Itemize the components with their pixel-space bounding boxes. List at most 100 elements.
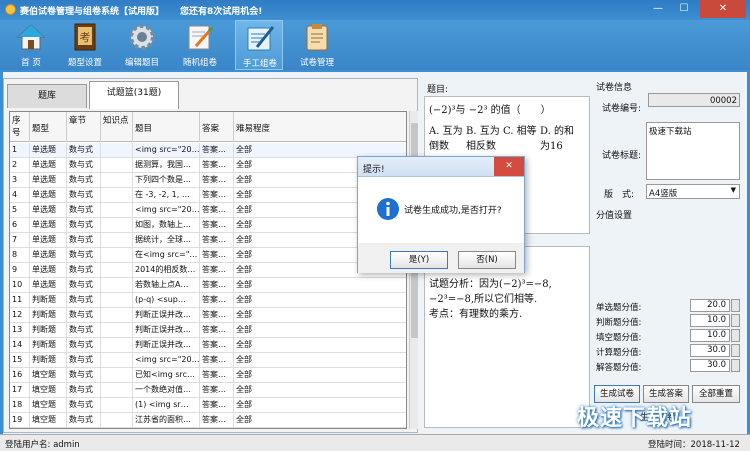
maximize-button[interactable]: ☐: [672, 0, 696, 18]
table-row[interactable]: 3 单选题 数与式 下列四个数是… 答案… 全部: [10, 173, 406, 188]
status-time: 登陆时间：2018-11-12: [648, 440, 740, 450]
col-knowledge[interactable]: 知识点: [101, 112, 133, 142]
table-row[interactable]: 19 填空题 数与式 江苏省的面积… 答案… 全部: [10, 413, 406, 428]
col-index[interactable]: 序号: [10, 112, 30, 142]
analysis-line-2: −2³=−8,所以它们相等.: [429, 294, 538, 305]
row-index: 9: [10, 263, 30, 278]
row-answer: 答案…: [200, 293, 234, 308]
score-spin-judge[interactable]: [731, 314, 740, 327]
col-question[interactable]: 题目: [133, 112, 200, 142]
row-chapter: 数与式: [67, 188, 101, 203]
row-question: 据统计，全球…: [133, 233, 200, 248]
table-row[interactable]: 12 判断题 数与式 判断正误并改… 答案… 全部: [10, 308, 406, 323]
row-knowledge: [101, 158, 133, 173]
row-type: 填空题: [30, 398, 67, 413]
table-row[interactable]: 16 填空题 数与式 已知<img src… 答案… 全部: [10, 368, 406, 383]
table-row[interactable]: 15 判断题 数与式 <img src="20… 答案… 全部: [10, 353, 406, 368]
row-index: 12: [10, 308, 30, 323]
row-question: 判断正误并改…: [133, 308, 200, 323]
row-type: 单选题: [30, 188, 67, 203]
row-knowledge: [101, 218, 133, 233]
toolbar-edit-questions-button[interactable]: 编辑题目: [118, 20, 166, 70]
row-difficulty: 全部: [234, 413, 406, 428]
row-question: <img src="20…: [133, 143, 200, 158]
row-difficulty: 全部: [234, 308, 406, 323]
edit-icon: [188, 25, 214, 50]
score-input-fill[interactable]: 10.0: [690, 329, 730, 342]
dialog-yes-button[interactable]: 是(Y): [390, 251, 448, 269]
score-input-judge[interactable]: 10.0: [690, 314, 730, 327]
row-question: 判断正误并改…: [133, 338, 200, 353]
table-row[interactable]: 2 单选题 数与式 据测算，我国… 答案… 全部: [10, 158, 406, 173]
row-difficulty: 全部: [234, 293, 406, 308]
row-question: 据测算，我国…: [133, 158, 200, 173]
left-tabs: 题库 试题篮(31题): [5, 80, 416, 109]
toolbar-manual-paper-button[interactable]: 手工组卷: [235, 20, 283, 70]
row-chapter: 数与式: [67, 203, 101, 218]
table-row[interactable]: 20填空题数与式 -2的绝对值是…答案…全部: [10, 428, 407, 429]
score-spin-calc[interactable]: [731, 344, 740, 357]
book-icon: 考: [74, 23, 96, 51]
row-knowledge: [101, 353, 133, 368]
score-spin-fill[interactable]: [731, 329, 740, 342]
row-difficulty: 全部: [234, 338, 406, 353]
dialog-close-button[interactable]: ✕: [494, 157, 524, 176]
row-type: 单选题: [30, 263, 67, 278]
toolbar-question-type-button[interactable]: 考 题型设置: [61, 20, 109, 70]
table-row[interactable]: 14 判断题 数与式 判断正误并改… 答案… 全部: [10, 338, 406, 353]
row-type: 判断题: [30, 353, 67, 368]
table-row[interactable]: 13 判断题 数与式 判断正误并改… 答案… 全部: [10, 323, 406, 338]
table-row[interactable]: 18 填空题 数与式 (1) <img sr… 答案… 全部: [10, 398, 406, 413]
table-row[interactable]: 8 单选题 数与式 在<img src="… 答案… 全部: [10, 248, 406, 263]
tab-question-basket[interactable]: 试题篮(31题): [89, 81, 179, 109]
col-chapter[interactable]: 章节: [67, 112, 101, 142]
toolbar-random-paper-button[interactable]: 随机组卷: [176, 20, 224, 70]
row-answer: 答案…: [200, 413, 234, 428]
table-row[interactable]: 10 单选题 数与式 若数轴上点A… 答案… 全部: [10, 278, 406, 293]
layout-select[interactable]: A4竖版 ▼: [646, 184, 740, 199]
reset-all-button[interactable]: 全部重置: [692, 385, 740, 403]
row-index: 5: [10, 203, 30, 218]
table-row[interactable]: 7 单选题 数与式 据统计，全球… 答案… 全部: [10, 233, 406, 248]
row-index: 7: [10, 233, 30, 248]
dialog-no-button[interactable]: 否(N): [458, 251, 516, 269]
paper-title-field[interactable]: 极速下载站: [646, 122, 740, 180]
row-index: 19: [10, 413, 30, 428]
table-row[interactable]: 1 单选题 数与式 <img src="20… 答案… 全部: [10, 143, 406, 158]
score-spin-single[interactable]: [731, 299, 740, 312]
row-answer: 答案…: [200, 173, 234, 188]
row-chapter: 数与式: [67, 233, 101, 248]
score-input-calc[interactable]: 30.0: [690, 344, 730, 357]
minimize-button[interactable]: —: [646, 0, 670, 18]
table-row[interactable]: 17 填空题 数与式 一个数绝对值… 答案… 全部: [10, 383, 406, 398]
row-type: 判断题: [30, 323, 67, 338]
layout-label: 版 式:: [604, 190, 635, 200]
toolbar-paper-management-button[interactable]: 试卷管理: [293, 20, 341, 70]
score-input-solve[interactable]: 30.0: [690, 359, 730, 372]
option-c: C. 相等: [503, 126, 537, 137]
dialog-message: 试卷生成成功,是否打开?: [404, 206, 502, 216]
tab-question-bank[interactable]: 题库: [7, 84, 87, 108]
table-row[interactable]: 9 单选题 数与式 2014的相反数… 答案… 全部: [10, 263, 406, 278]
chevron-down-icon: ▼: [730, 186, 736, 194]
toolbar-home-button[interactable]: 首 页: [7, 20, 55, 70]
score-spin-solve[interactable]: [731, 359, 740, 372]
table-row[interactable]: 11 判断题 数与式 (p-q) <sup… 答案… 全部: [10, 293, 406, 308]
col-difficulty[interactable]: 难易程度: [234, 112, 406, 142]
table-row[interactable]: 5 单选题 数与式 <img src="20… 答案… 全部: [10, 203, 406, 218]
row-answer: 答案…: [200, 338, 234, 353]
score-input-single[interactable]: 20.0: [690, 299, 730, 312]
svg-text:考: 考: [80, 31, 91, 44]
question-label: 题目:: [427, 85, 449, 95]
table-row[interactable]: 6 单选题 数与式 如图，数轴上… 答案… 全部: [10, 218, 406, 233]
close-button[interactable]: ✕: [700, 0, 746, 18]
col-answer[interactable]: 答案: [200, 112, 234, 142]
row-question: <img src="20…: [133, 203, 200, 218]
row-knowledge: [101, 308, 133, 323]
row-index: 14: [10, 338, 30, 353]
score-label-fill: 填空题分值:: [596, 333, 642, 343]
row-knowledge: [101, 248, 133, 263]
col-type[interactable]: 题型: [30, 112, 67, 142]
paper-number-field[interactable]: 00002: [648, 93, 740, 107]
table-row[interactable]: 4 单选题 数与式在 -3, -2, 1, … 答案… 全部: [10, 188, 406, 203]
